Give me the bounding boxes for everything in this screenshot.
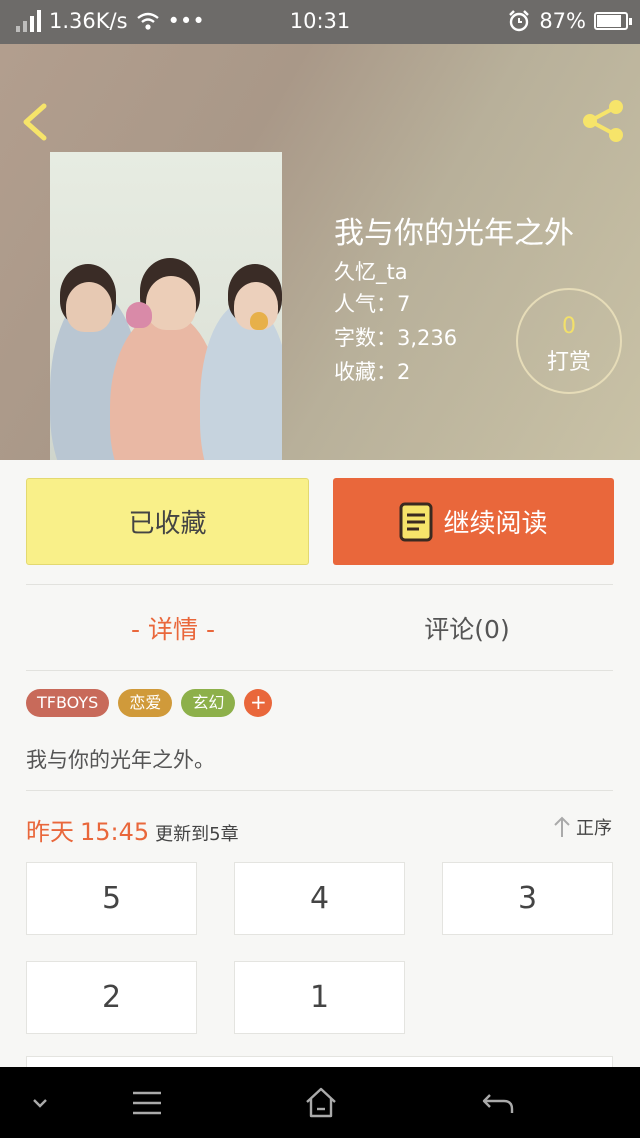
book-author[interactable]: 久忆_ta	[334, 256, 408, 286]
battery-icon	[594, 12, 632, 30]
favorited-label: 已收藏	[128, 509, 207, 539]
tab-details[interactable]: - 详情 -	[26, 610, 320, 646]
sort-button[interactable]: 正序	[552, 814, 612, 840]
book-popularity: 人气：7	[334, 292, 411, 316]
update-time: 15:45	[80, 818, 150, 846]
chapter-button[interactable]: 2	[26, 961, 197, 1034]
menu-icon[interactable]	[127, 1083, 167, 1123]
battery-percent: 87%	[539, 9, 586, 33]
book-title: 我与你的光年之外	[334, 216, 574, 251]
tip-count: 0	[562, 314, 576, 339]
continue-reading-button[interactable]: 继续阅读	[333, 478, 614, 565]
back-arrow-icon[interactable]	[478, 1083, 518, 1123]
tag-list: TFBOYS 恋爱 玄幻 +	[26, 689, 273, 717]
chapter-button[interactable]: 5	[26, 862, 197, 935]
arrow-up-icon	[554, 816, 570, 837]
chapter-button[interactable]: 3	[442, 862, 613, 935]
chapter-button[interactable]: 1	[234, 961, 405, 1034]
chapter-button[interactable]: 4	[234, 862, 405, 935]
book-cover[interactable]	[50, 152, 282, 460]
divider	[26, 670, 613, 671]
continue-reading-label: 继续阅读	[443, 509, 548, 539]
add-tag-button[interactable]: +	[244, 689, 273, 717]
tab-comments[interactable]: 评论(0)	[320, 610, 614, 646]
divider	[26, 790, 613, 791]
divider	[26, 584, 613, 585]
chevron-left-icon[interactable]	[16, 100, 56, 144]
update-day: 昨天	[26, 818, 74, 846]
system-nav-bar	[0, 1067, 640, 1138]
home-icon[interactable]	[301, 1083, 341, 1123]
alarm-icon	[509, 10, 530, 32]
book-summary: 我与你的光年之外。	[26, 748, 215, 772]
favorited-button[interactable]: 已收藏	[26, 478, 309, 565]
tag-item[interactable]: 恋爱	[118, 689, 173, 717]
chevron-down-icon[interactable]	[20, 1083, 60, 1123]
share-icon[interactable]	[578, 96, 628, 146]
book-favorites: 收藏：2	[334, 360, 411, 384]
status-right: 87%	[507, 9, 632, 33]
update-text: 更新到5章	[155, 824, 239, 845]
tip-label: 打赏	[546, 350, 591, 375]
book-word-count: 字数：3,236	[334, 326, 458, 350]
book-header: 我与你的光年之外 久忆_ta 人气：7 字数：3,236 收藏：2 0 打赏	[0, 44, 640, 460]
tag-item[interactable]: 玄幻	[181, 689, 236, 717]
sort-label: 正序	[576, 818, 612, 839]
tip-button[interactable]: 0 打赏	[516, 288, 622, 394]
tag-item[interactable]: TFBOYS	[26, 689, 110, 717]
status-bar: 1.36K/s ••• 10:31 87%	[0, 0, 640, 44]
book-icon	[399, 502, 433, 541]
update-info: 昨天 15:45 更新到5章	[26, 812, 239, 847]
